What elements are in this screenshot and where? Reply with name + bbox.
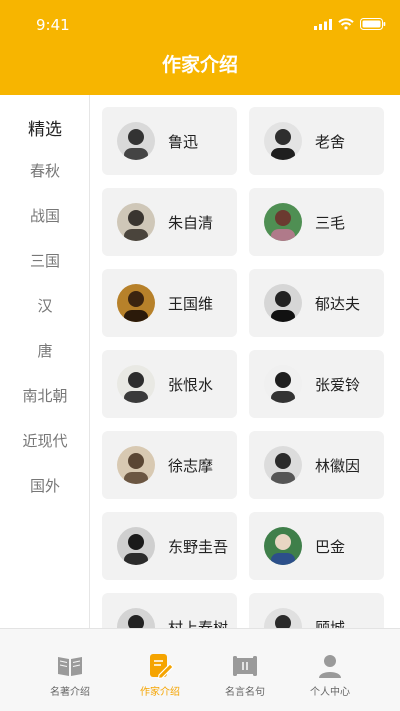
battery-icon [360, 18, 386, 30]
sidebar-item-nanbeichao[interactable]: 南北朝 [0, 385, 90, 406]
sidebar-item-guowai[interactable]: 国外 [0, 475, 90, 496]
author-card[interactable]: 林徽因 [249, 431, 384, 499]
scroll-icon [233, 656, 257, 676]
author-avatar [117, 365, 155, 403]
author-name: 张爱铃 [315, 376, 361, 394]
author-avatar [264, 365, 302, 403]
author-name: 东野圭吾 [168, 538, 229, 556]
author-name: 郁达夫 [315, 295, 361, 313]
author-card[interactable]: 老舍 [249, 107, 384, 175]
author-card[interactable]: 朱自清 [102, 188, 237, 256]
author-avatar [117, 608, 155, 628]
tab-label: 个人中心 [310, 687, 350, 698]
author-avatar [264, 446, 302, 484]
tab-geren[interactable]: 个人中心 [280, 629, 380, 711]
sidebar-item-zhanguo[interactable]: 战国 [0, 205, 90, 226]
author-name: 鲁迅 [168, 133, 199, 151]
author-card[interactable]: 村上春树 [102, 593, 237, 628]
author-avatar [264, 284, 302, 322]
author-card[interactable]: 张爱铃 [249, 350, 384, 418]
sidebar-item-han[interactable]: 汉 [0, 295, 90, 316]
author-card[interactable]: 三毛 [249, 188, 384, 256]
status-time: 9:41 [36, 16, 70, 34]
author-card[interactable]: 巴金 [249, 512, 384, 580]
author-avatar [117, 527, 155, 565]
author-name: 朱自清 [168, 214, 214, 232]
author-card[interactable]: 郁达夫 [249, 269, 384, 337]
sidebar-item-tang[interactable]: 唐 [0, 340, 90, 361]
author-card[interactable]: 鲁迅 [102, 107, 237, 175]
sidebar-item-chunqiu[interactable]: 春秋 [0, 160, 90, 181]
header-bar: 9:41 作家介绍 [0, 0, 400, 95]
author-card[interactable]: 徐志摩 [102, 431, 237, 499]
author-name: 王国维 [168, 295, 214, 313]
sidebar-item-jingxuan[interactable]: 精选 [0, 115, 90, 140]
pen-document-icon [150, 654, 174, 680]
author-card[interactable]: 张恨水 [102, 350, 237, 418]
author-avatar [117, 203, 155, 241]
author-avatar [117, 122, 155, 160]
tab-mingzhu[interactable]: 名著介绍 [20, 629, 120, 711]
bottom-tab-bar: 名著介绍 作家介绍 名言名句 个人中心 [0, 628, 400, 711]
signal-icon [314, 18, 332, 30]
category-sidebar: 精选 春秋 战国 三国 汉 唐 南北朝 近现代 国外 [0, 95, 90, 628]
page-title: 作家介绍 [161, 54, 238, 76]
book-icon [58, 657, 82, 676]
author-name: 张恨水 [168, 376, 214, 394]
author-avatar [264, 527, 302, 565]
author-avatar [264, 203, 302, 241]
author-avatar [264, 608, 302, 628]
author-grid: 鲁迅 老舍 朱自清 三毛 王国维 郁达夫 张恨水 张爱铃 徐志摩 林徽因 东野圭… [90, 95, 400, 628]
sidebar-item-sanguo[interactable]: 三国 [0, 250, 90, 271]
author-card[interactable]: 顾城 [249, 593, 384, 628]
status-icons [314, 18, 386, 30]
author-card[interactable]: 王国维 [102, 269, 237, 337]
author-name: 村上春树 [168, 619, 229, 628]
person-icon [319, 655, 341, 678]
author-avatar [264, 122, 302, 160]
author-avatar [117, 446, 155, 484]
wifi-icon [338, 18, 354, 30]
author-name: 巴金 [315, 538, 346, 556]
author-card[interactable]: 东野圭吾 [102, 512, 237, 580]
author-name: 老舍 [315, 133, 346, 151]
author-name: 三毛 [315, 214, 346, 232]
author-avatar [117, 284, 155, 322]
author-name: 徐志摩 [168, 457, 214, 475]
author-name: 顾城 [315, 619, 346, 628]
author-name: 林徽因 [315, 457, 361, 475]
tab-label: 名著介绍 [50, 687, 90, 698]
sidebar-item-jinxiandai[interactable]: 近现代 [0, 430, 90, 451]
